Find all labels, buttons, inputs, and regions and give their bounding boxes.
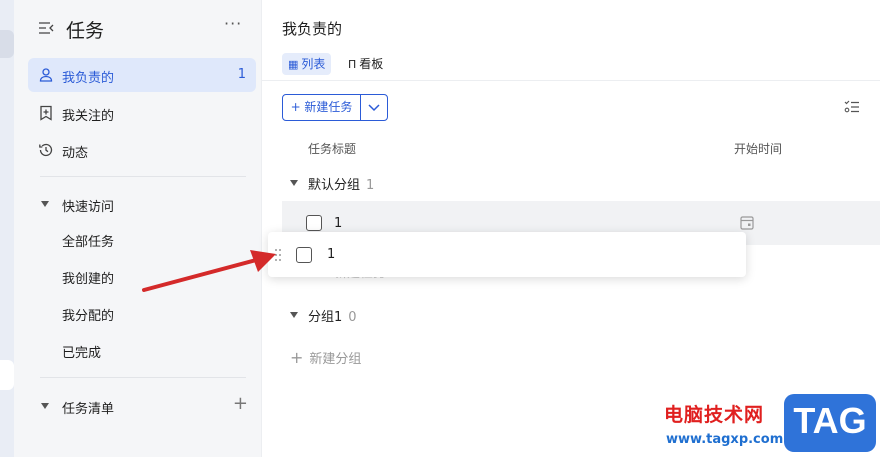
group-count: 0: [348, 310, 357, 325]
more-options-icon[interactable]: ···: [224, 14, 242, 33]
watermark-site-name: 电脑技术网: [664, 404, 765, 426]
quick-access-section[interactable]: 快速访问: [38, 193, 248, 217]
board-icon: Π: [348, 58, 357, 71]
sidebar-item-my-followed[interactable]: 我关注的: [28, 96, 256, 130]
tab-label: 看板: [359, 57, 384, 71]
tab-label: 列表: [301, 57, 326, 71]
sidebar-divider: [40, 176, 246, 177]
caret-down-icon: [41, 403, 49, 409]
new-task-button[interactable]: + 新建任务: [283, 95, 361, 120]
tab-board[interactable]: Π 看板: [342, 53, 389, 75]
checklist-settings-icon[interactable]: [844, 99, 860, 115]
column-header-title: 任务标题: [308, 142, 357, 156]
plus-icon: +: [290, 348, 304, 367]
task-title: 1: [327, 247, 336, 262]
collapse-sidebar-icon[interactable]: [38, 20, 54, 36]
sidebar-item-activity[interactable]: 动态: [28, 133, 256, 167]
task-checkbox[interactable]: [306, 215, 322, 231]
sidebar-header: 任务 ···: [14, 0, 262, 56]
watermark-url: www.tagxp.com: [666, 432, 784, 447]
caret-down-icon: [41, 201, 49, 207]
sidebar-item-all-tasks[interactable]: 全部任务: [62, 231, 114, 250]
column-header-start-time: 开始时间: [734, 142, 783, 156]
sidebar-item-label: 动态: [62, 146, 89, 161]
add-group-label: 新建分组: [309, 352, 362, 367]
tab-list[interactable]: ▦ 列表: [282, 53, 332, 75]
list-icon: ▦: [288, 58, 299, 71]
group-count: 1: [366, 178, 375, 193]
sidebar-item-label: 我负责的: [62, 71, 115, 86]
user-icon: [39, 68, 53, 82]
group-label: 默认分组 1: [308, 174, 374, 193]
section-label: 任务清单: [62, 402, 115, 417]
sidebar-item-count: 1: [237, 67, 246, 82]
new-task-split-button: + 新建任务: [282, 94, 388, 121]
annotation-arrow-icon: [142, 250, 276, 292]
sidebar-item-completed[interactable]: 已完成: [62, 342, 101, 361]
task-list-section[interactable]: 任务清单 +: [38, 393, 248, 419]
sidebar-divider: [40, 377, 246, 378]
watermark-logo-text: TAG: [793, 400, 867, 441]
add-task-list-button[interactable]: +: [233, 393, 248, 414]
caret-down-icon: [290, 312, 298, 318]
task-title[interactable]: 1: [334, 216, 342, 231]
watermark-logo: TAG: [784, 394, 876, 452]
new-task-dropdown-button[interactable]: [361, 95, 387, 120]
section-label: 快速访问: [62, 200, 115, 215]
caret-down-icon: [290, 180, 298, 186]
sidebar-item-assigned-by-me[interactable]: 我分配的: [62, 305, 114, 324]
sidebar: 任务 ··· 我负责的 1 我关注的 动态 快速访问 全部任务 我创建的 我分配…: [14, 0, 262, 457]
task-checkbox[interactable]: [296, 247, 312, 263]
add-group-button[interactable]: + 新建分组: [290, 348, 361, 367]
edge-tab[interactable]: [0, 30, 14, 58]
header-divider: [262, 80, 880, 81]
history-icon: [39, 143, 53, 157]
window-edge: [0, 0, 14, 457]
calendar-icon[interactable]: [740, 215, 754, 230]
group-label: 分组1 0: [308, 306, 357, 325]
watermark: 电脑技术网 www.tagxp.com TAG: [662, 392, 880, 457]
sidebar-title: 任务: [66, 20, 105, 42]
main-panel: 我负责的 ▦列表 Π看板 + 新建任务 任务标题 开始时间 默认分组1 1 新: [262, 0, 880, 457]
dragged-task-card[interactable]: 1: [268, 232, 746, 277]
sidebar-item-my-responsible[interactable]: 我负责的 1: [28, 58, 256, 92]
sidebar-item-label: 我关注的: [62, 109, 115, 124]
edge-tab-lower[interactable]: [0, 360, 14, 390]
chevron-down-icon: [368, 104, 380, 112]
bookmark-plus-icon: [40, 105, 52, 121]
sidebar-item-created-by-me[interactable]: 我创建的: [62, 268, 114, 287]
group-name: 默认分组: [308, 178, 361, 193]
page-title: 我负责的: [282, 20, 343, 38]
group-name: 分组1: [308, 310, 343, 325]
